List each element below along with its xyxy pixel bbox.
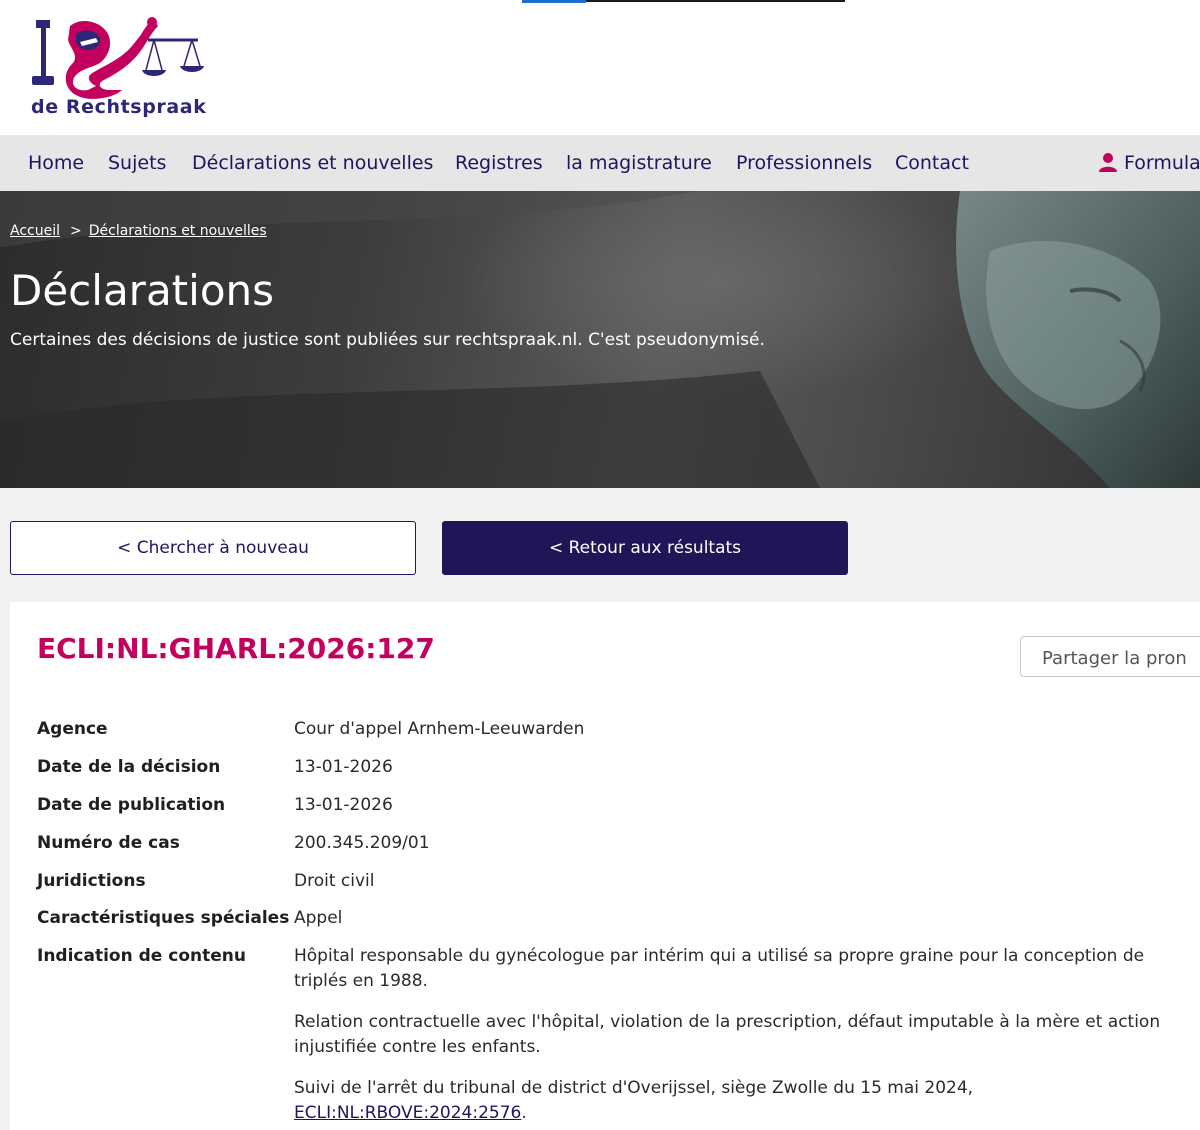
hero-banner: Accueil > Déclarations et nouvelles Déclar… <box>0 191 1200 488</box>
content-paragraph: Relation contractuelle avec l'hôpital, v… <box>294 1012 1161 1057</box>
breadcrumb: Accueil > Déclarations et nouvelles <box>10 223 267 239</box>
field-value: 13-01-2026 <box>294 795 393 815</box>
field-label: Date de publication <box>37 795 226 815</box>
nav-forms-label: Formula <box>1124 152 1200 174</box>
reference-text: Suivi de l'arrêt du tribunal de district… <box>294 1078 974 1098</box>
nav-item-forms[interactable]: Formula <box>1098 152 1200 174</box>
breadcrumb-current-link[interactable]: Déclarations et nouvelles <box>89 223 267 239</box>
page-title: Déclarations <box>10 266 275 315</box>
breadcrumb-home-link[interactable]: Accueil <box>10 223 60 239</box>
decision-card: ECLI:NL:GHARL:2026:127 Partager la pron … <box>10 602 1200 1130</box>
breadcrumb-separator: > <box>70 223 82 239</box>
reference-end: . <box>521 1103 527 1123</box>
nav-item-declarations[interactable]: Déclarations et nouvelles <box>192 152 433 174</box>
field-label: Indication de contenu <box>37 946 246 966</box>
content-paragraph: Hôpital responsable du gynécologue par i… <box>294 946 1145 991</box>
nav-item-sujets[interactable]: Sujets <box>108 152 166 174</box>
search-again-button[interactable]: < Chercher à nouveau <box>10 521 416 575</box>
nav-item-contact[interactable]: Contact <box>895 152 969 174</box>
top-accent-bar <box>522 0 845 3</box>
field-label: Caractéristiques spéciales <box>37 908 290 928</box>
content-reference: Suivi de l'arrêt du tribunal de district… <box>294 1076 1174 1126</box>
field-label: Date de la décision <box>37 757 221 777</box>
nav-item-home[interactable]: Home <box>28 152 84 174</box>
reference-ecli-link[interactable]: ECLI:NL:RBOVE:2024:2576 <box>294 1103 521 1123</box>
field-value: 200.345.209/01 <box>294 833 430 853</box>
field-value: Cour d'appel Arnhem-Leeuwarden <box>294 719 585 739</box>
main-navigation: Home Sujets Déclarations et nouvelles Re… <box>0 135 1200 191</box>
field-value: Appel <box>294 908 343 928</box>
user-icon <box>1099 153 1117 172</box>
field-value: 13-01-2026 <box>294 757 393 777</box>
field-label: Juridictions <box>37 871 146 891</box>
ecli-identifier: ECLI:NL:GHARL:2026:127 <box>37 632 435 665</box>
field-label: Agence <box>37 719 108 739</box>
logo-wordmark: de Rechtspraak <box>31 96 207 118</box>
site-header: de Rechtspraak <box>0 0 1200 135</box>
field-value: Droit civil <box>294 871 375 891</box>
nav-item-professionnels[interactable]: Professionnels <box>736 152 872 174</box>
nav-item-magistrature[interactable]: la magistrature <box>566 152 712 174</box>
page-subtitle: Certaines des décisions de justice sont … <box>10 330 765 350</box>
field-label: Numéro de cas <box>37 833 180 853</box>
share-button[interactable]: Partager la pron <box>1020 636 1200 677</box>
nav-item-registres[interactable]: Registres <box>455 152 543 174</box>
back-to-results-button[interactable]: < Retour aux résultats <box>442 521 848 575</box>
